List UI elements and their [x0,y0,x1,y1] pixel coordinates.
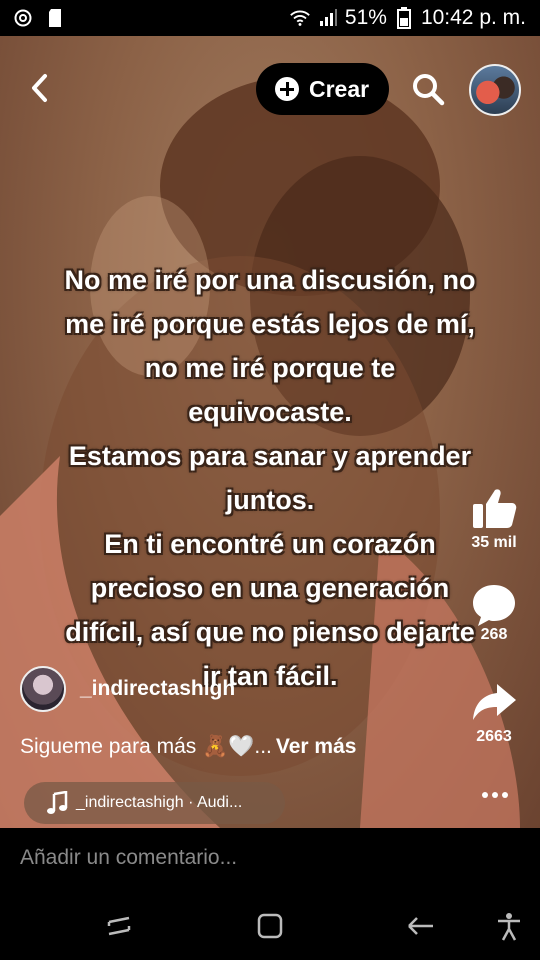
comment-input[interactable]: Añadir un comentario... [20,846,237,870]
share-button[interactable]: 2663 [459,678,529,746]
back-button[interactable] [22,70,58,106]
recent-apps-icon [107,916,131,936]
create-label: Crear [309,75,370,102]
chevron-left-icon [32,74,47,102]
sync-icon [12,7,34,29]
back-arrow-icon [408,917,433,935]
music-note-icon [47,791,68,814]
battery-percent: 51% [344,6,387,29]
sd-card-icon [44,7,66,29]
dot-icon [482,792,488,798]
comment-button[interactable]: 268 [459,580,529,644]
signal-icon [317,7,339,29]
status-bar: 51% 10:42 p. m. [0,0,540,36]
clock: 10:42 p. m. [420,6,526,29]
more-options-button[interactable] [478,780,512,810]
audio-track-label: _indirectashigh · Audi... [76,794,243,811]
comment-bar: Añadir un comentario... [0,828,540,890]
dot-icon [502,792,508,798]
see-more-link[interactable]: Ver más [276,735,357,758]
post-caption[interactable]: Sigueme para más 🧸🤍... Ver más [20,735,356,759]
wifi-icon [289,7,311,29]
plus-circle-icon [275,77,299,101]
audio-track-button[interactable]: _indirectashigh · Audi... [24,782,285,824]
like-button[interactable]: 35 mil [459,484,529,552]
create-button[interactable]: Crear [256,63,389,115]
caption-text: Sigueme para más 🧸🤍... [20,735,272,758]
search-icon [413,74,445,106]
profile-avatar[interactable] [469,64,521,116]
home-button[interactable] [254,910,286,942]
accessibility-button[interactable] [493,910,525,942]
system-nav-bar [0,890,540,960]
share-count: 2663 [476,728,512,745]
dot-icon [492,792,498,798]
home-icon [257,913,283,939]
back-nav-button[interactable] [405,910,437,942]
share-arrow-icon [473,684,516,720]
thumbs-up-icon [473,489,517,528]
like-count: 35 mil [471,534,517,551]
creator-username[interactable]: _indirectashigh [80,677,235,701]
comment-count: 268 [480,626,508,643]
battery-icon [393,7,415,29]
search-button[interactable] [410,71,446,107]
recent-apps-button[interactable] [103,910,135,942]
accessibility-icon [498,913,520,941]
comment-bubble-icon [473,585,515,626]
video-caption-overlay: No me iré por una discusión, no me iré p… [64,265,476,691]
creator-avatar[interactable] [20,666,66,712]
